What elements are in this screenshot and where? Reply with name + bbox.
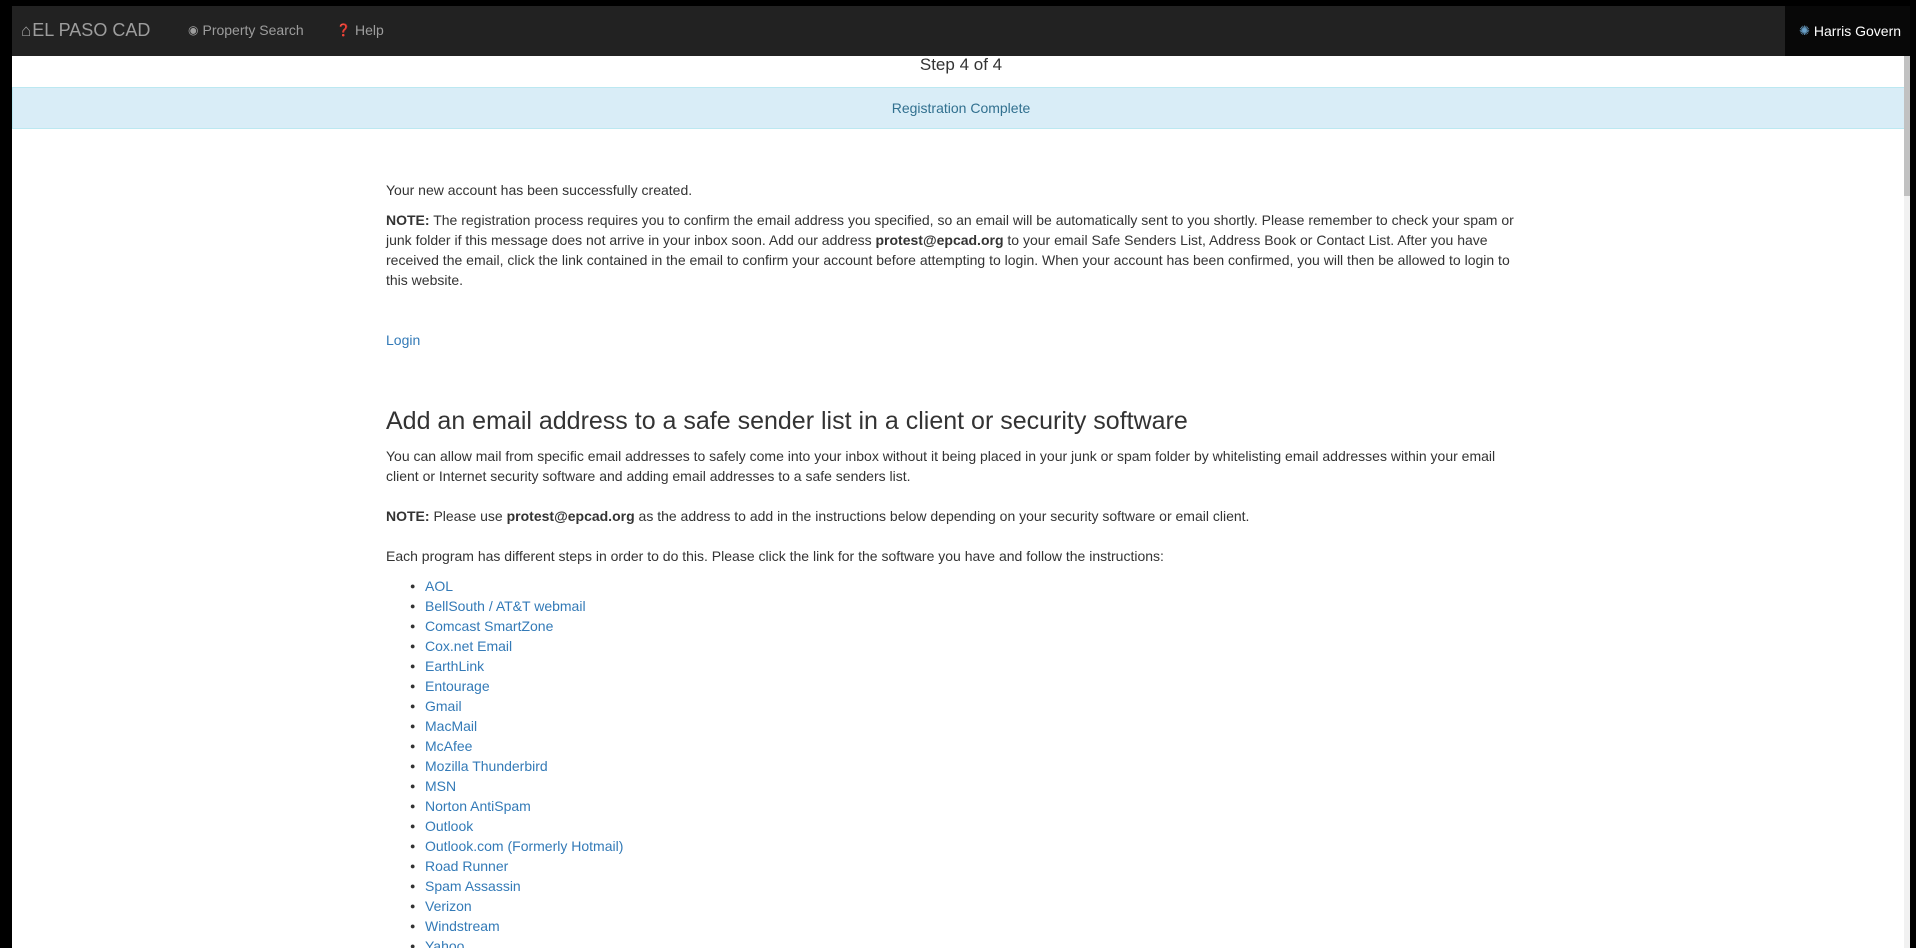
program-link[interactable]: Verizon	[425, 896, 472, 916]
note2-text-b: as the address to add in the instruction…	[634, 508, 1250, 524]
list-item: ● Road Runner	[410, 856, 623, 876]
bullet-icon: ●	[410, 661, 416, 671]
bullet-icon: ●	[410, 681, 416, 691]
note-use-address: NOTE: Please use protest@epcad.org as th…	[386, 506, 1249, 526]
list-item: ● Spam Assassin	[410, 876, 623, 896]
registration-complete-alert: Registration Complete	[12, 87, 1910, 129]
account-created-text: Your new account has been successfully c…	[386, 182, 693, 198]
note2-label: NOTE:	[386, 508, 430, 524]
bullet-icon: ●	[410, 581, 416, 591]
brand-label: EL PASO CAD	[32, 20, 151, 40]
program-link[interactable]: Outlook	[425, 816, 473, 836]
list-item: ● Gmail	[410, 696, 623, 716]
list-item: ● Outlook.com (Formerly Hotmail)	[410, 836, 623, 856]
globe-icon: ◉	[188, 23, 199, 37]
list-item: ● Yahoo	[410, 936, 623, 948]
nav-property-search[interactable]: ◉ Property Search	[188, 22, 304, 38]
bullet-icon: ●	[410, 781, 416, 791]
program-link[interactable]: Yahoo	[425, 936, 464, 948]
program-link[interactable]: AOL	[425, 576, 453, 596]
list-item: ● Mozilla Thunderbird	[410, 756, 623, 776]
list-item: ● Comcast SmartZone	[410, 616, 623, 636]
program-link[interactable]: EarthLink	[425, 656, 484, 676]
program-link[interactable]: Windstream	[425, 916, 500, 936]
program-link[interactable]: Outlook.com (Formerly Hotmail)	[425, 836, 623, 856]
bullet-icon: ●	[410, 861, 416, 871]
login-link[interactable]: Login	[386, 330, 420, 350]
browser-viewport: ⌂ EL PASO CAD ◉ Property Search ❓ Help ✺…	[12, 6, 1910, 948]
bullet-icon: ●	[410, 821, 416, 831]
list-item: ● MSN	[410, 776, 623, 796]
bullet-icon: ●	[410, 921, 416, 931]
program-link[interactable]: MSN	[425, 776, 456, 796]
bullet-icon: ●	[410, 701, 416, 711]
bullet-icon: ●	[410, 881, 416, 891]
screen-frame: ⌂ EL PASO CAD ◉ Property Search ❓ Help ✺…	[0, 0, 1916, 948]
note2-email: protest@epcad.org	[506, 508, 635, 524]
list-item: ● Entourage	[410, 676, 623, 696]
bullet-icon: ●	[410, 721, 416, 731]
list-item: ● Cox.net Email	[410, 636, 623, 656]
list-item: ● Verizon	[410, 896, 623, 916]
bullet-icon: ●	[410, 641, 416, 651]
program-link[interactable]: Entourage	[425, 676, 490, 696]
question-circle-icon: ❓	[336, 23, 351, 37]
program-link[interactable]: MacMail	[425, 716, 477, 736]
program-link[interactable]: Mozilla Thunderbird	[425, 756, 548, 776]
nav-property-search-label: Property Search	[202, 22, 304, 38]
user-name: Harris Govern	[1813, 23, 1902, 39]
scrollbar-thumb[interactable]	[1904, 56, 1910, 196]
safe-sender-intro: You can allow mail from specific email a…	[386, 448, 1496, 484]
safe-sender-heading: Add an email address to a safe sender li…	[386, 407, 1188, 435]
note-confirm-email: NOTE: The registration process requires …	[386, 210, 1531, 290]
note-email: protest@epcad.org	[875, 232, 1004, 248]
list-item: ● Norton AntiSpam	[410, 796, 623, 816]
brand-link[interactable]: ⌂ EL PASO CAD	[21, 20, 150, 41]
program-link[interactable]: Spam Assassin	[425, 876, 521, 896]
program-link[interactable]: Road Runner	[425, 856, 508, 876]
bullet-icon: ●	[410, 841, 416, 851]
top-navbar: ⌂ EL PASO CAD ◉ Property Search ❓ Help ✺…	[12, 6, 1910, 56]
bullet-icon: ●	[410, 761, 416, 771]
program-link[interactable]: BellSouth / AT&T webmail	[425, 596, 586, 616]
note2-text-a: Please use	[429, 508, 507, 524]
bullet-icon: ●	[410, 741, 416, 751]
list-item: ● EarthLink	[410, 656, 623, 676]
bullet-icon: ●	[410, 601, 416, 611]
list-item: ● MacMail	[410, 716, 623, 736]
program-link[interactable]: McAfee	[425, 736, 472, 756]
program-link[interactable]: Comcast SmartZone	[425, 616, 553, 636]
list-item: ● McAfee	[410, 736, 623, 756]
bullet-icon: ●	[410, 801, 416, 811]
user-menu[interactable]: ✺ Harris Govern	[1785, 6, 1910, 56]
bullet-icon: ●	[410, 621, 416, 631]
program-link[interactable]: Gmail	[425, 696, 462, 716]
note-label: NOTE:	[386, 212, 430, 228]
bullet-icon: ●	[410, 901, 416, 911]
list-item: ● BellSouth / AT&T webmail	[410, 596, 623, 616]
nav-help[interactable]: ❓ Help	[336, 22, 384, 38]
nav-help-label: Help	[354, 22, 384, 38]
program-link[interactable]: Norton AntiSpam	[425, 796, 531, 816]
step-indicator: Step 4 of 4	[919, 55, 1003, 74]
home-icon: ⌂	[21, 20, 32, 40]
list-item: ● Windstream	[410, 916, 623, 936]
list-item: ● AOL	[410, 576, 623, 596]
each-program-text: Each program has different steps in orde…	[386, 548, 1164, 564]
program-link[interactable]: Cox.net Email	[425, 636, 512, 656]
bullet-icon: ●	[410, 941, 416, 948]
user-icon: ✺	[1799, 23, 1810, 38]
program-list: ● AOL ● BellSouth / AT&T webmail ● Comcast …	[410, 576, 623, 948]
list-item: ● Outlook	[410, 816, 623, 836]
